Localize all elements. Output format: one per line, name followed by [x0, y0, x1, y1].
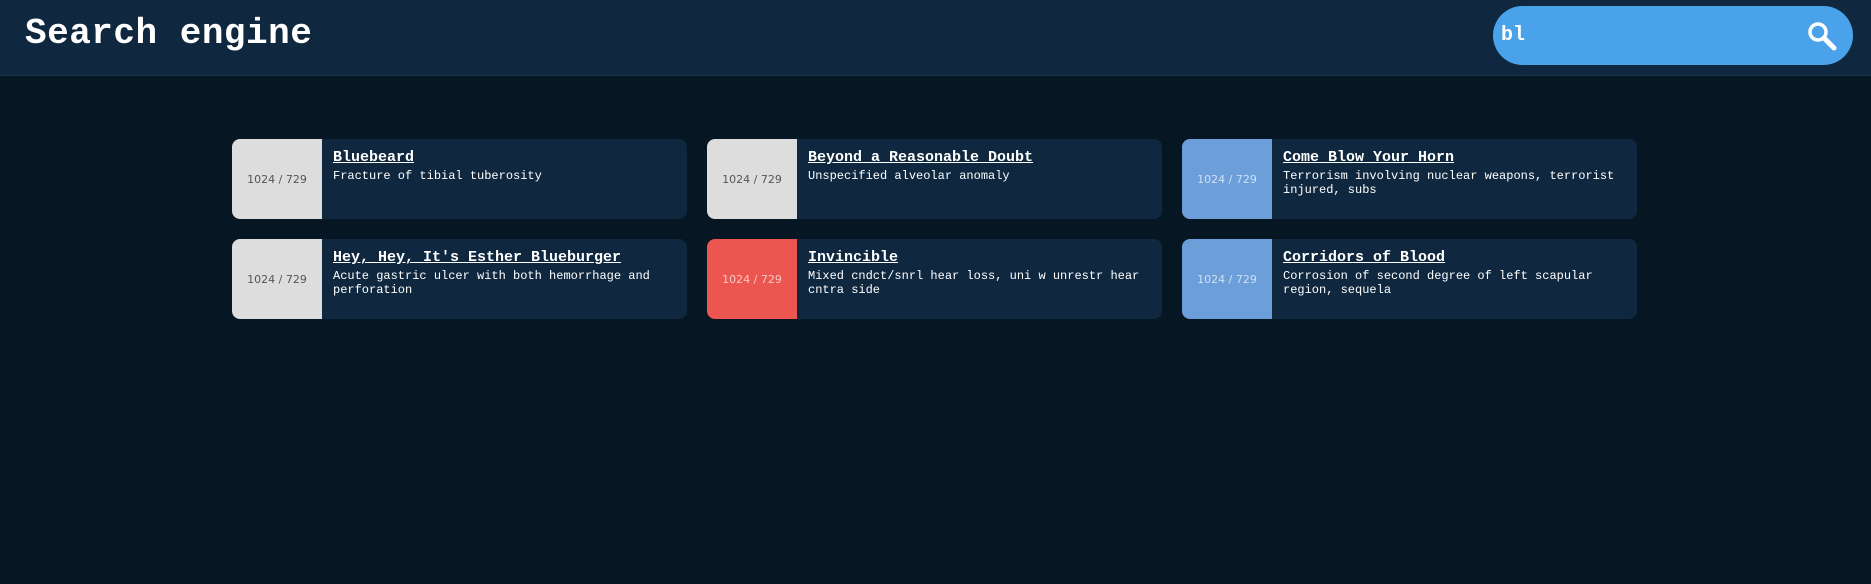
- result-body: Beyond a Reasonable Doubt Unspecified al…: [797, 139, 1162, 219]
- result-body: Corridors of Blood Corrosion of second d…: [1272, 239, 1637, 319]
- result-title-link[interactable]: Beyond a Reasonable Doubt: [808, 149, 1152, 166]
- search-input[interactable]: [1501, 14, 1781, 56]
- result-body: Come Blow Your Horn Terrorism involving …: [1272, 139, 1637, 219]
- result-title-link[interactable]: Bluebeard: [333, 149, 677, 166]
- results-grid: 1024 / 729 Bluebeard Fracture of tibial …: [232, 139, 1637, 319]
- result-title-link[interactable]: Hey, Hey, It's Esther Blueburger: [333, 249, 677, 266]
- result-card: 1024 / 729 Bluebeard Fracture of tibial …: [232, 139, 687, 219]
- result-thumbnail[interactable]: 1024 / 729: [707, 139, 797, 219]
- result-title-link[interactable]: Come Blow Your Horn: [1283, 149, 1627, 166]
- result-title-link[interactable]: Invincible: [808, 249, 1152, 266]
- result-card: 1024 / 729 Beyond a Reasonable Doubt Uns…: [707, 139, 1162, 219]
- result-card: 1024 / 729 Invincible Mixed cndct/snrl h…: [707, 239, 1162, 319]
- result-thumbnail[interactable]: 1024 / 729: [707, 239, 797, 319]
- result-card: 1024 / 729 Corridors of Blood Corrosion …: [1182, 239, 1637, 319]
- result-description: Terrorism involving nuclear weapons, ter…: [1283, 169, 1615, 197]
- result-description: Acute gastric ulcer with both hemorrhage…: [333, 269, 650, 297]
- result-description: Unspecified alveolar anomaly: [808, 169, 1010, 183]
- result-body: Bluebeard Fracture of tibial tuberosity: [322, 139, 687, 219]
- header: Search engine: [0, 0, 1871, 76]
- result-description: Fracture of tibial tuberosity: [333, 169, 542, 183]
- result-thumbnail[interactable]: 1024 / 729: [1182, 239, 1272, 319]
- result-card: 1024 / 729 Hey, Hey, It's Esther Bluebur…: [232, 239, 687, 319]
- search-box: [1493, 6, 1853, 65]
- result-card: 1024 / 729 Come Blow Your Horn Terrorism…: [1182, 139, 1637, 219]
- result-body: Invincible Mixed cndct/snrl hear loss, u…: [797, 239, 1162, 319]
- result-thumbnail[interactable]: 1024 / 729: [1182, 139, 1272, 219]
- page-title: Search engine: [25, 13, 313, 54]
- result-title-link[interactable]: Corridors of Blood: [1283, 249, 1627, 266]
- search-icon: [1808, 22, 1837, 51]
- result-body: Hey, Hey, It's Esther Blueburger Acute g…: [322, 239, 687, 319]
- result-thumbnail[interactable]: 1024 / 729: [232, 139, 322, 219]
- result-description: Corrosion of second degree of left scapu…: [1283, 269, 1593, 297]
- search-button[interactable]: [1805, 19, 1839, 53]
- result-description: Mixed cndct/snrl hear loss, uni w unrest…: [808, 269, 1140, 297]
- result-thumbnail[interactable]: 1024 / 729: [232, 239, 322, 319]
